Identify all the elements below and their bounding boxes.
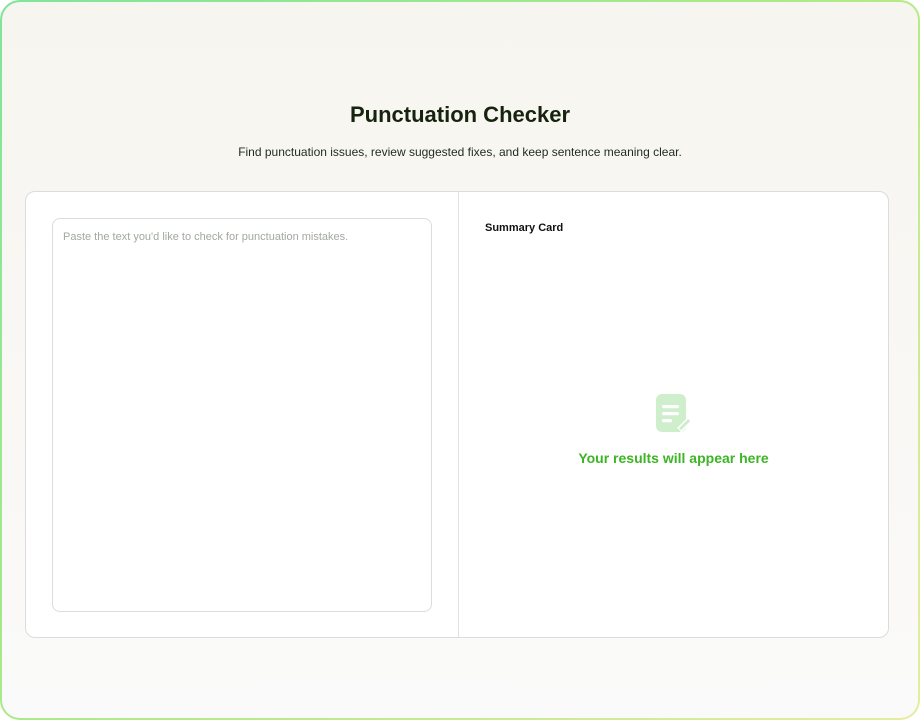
document-edit-icon — [655, 394, 692, 433]
app-surface: Punctuation Checker Find punctuation iss… — [2, 2, 918, 718]
text-input[interactable] — [52, 218, 432, 612]
summary-card-title: Summary Card — [485, 222, 564, 234]
page-subtitle: Find punctuation issues, review suggeste… — [238, 145, 682, 159]
page-title: Punctuation Checker — [349, 102, 571, 127]
checker-card: Summary Card Your results will appe — [25, 191, 889, 638]
summary-pane: Summary Card Your results will appear he… — [459, 192, 888, 637]
input-pane — [26, 192, 458, 637]
results-empty-state: Your results will appear here — [459, 392, 888, 466]
app-frame: Punctuation Checker Find punctuation iss… — [0, 0, 920, 720]
results-placeholder-text: Your results will appear here — [578, 450, 769, 466]
